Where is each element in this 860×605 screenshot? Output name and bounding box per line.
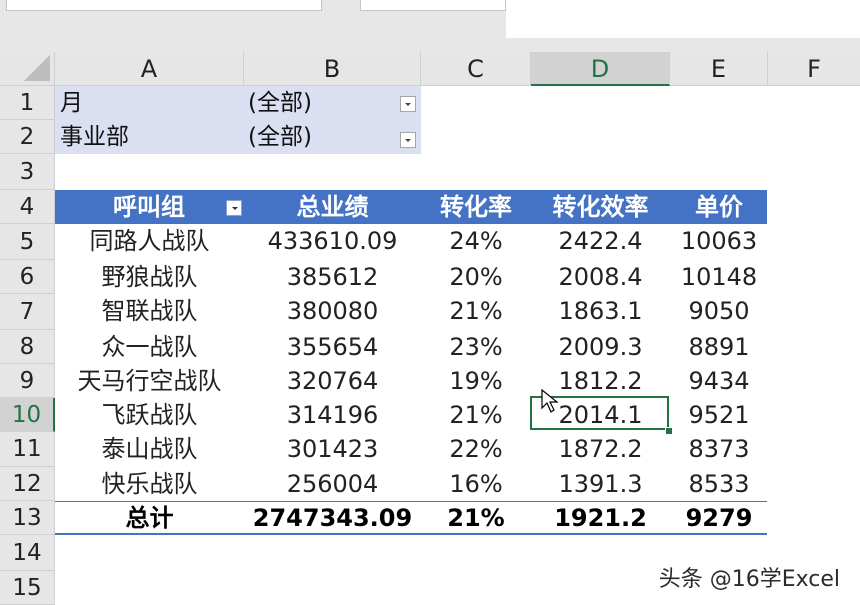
cell-conversion-rate[interactable]: 22% xyxy=(421,432,531,467)
row-header-14[interactable]: 14 xyxy=(0,535,55,571)
row-header-3[interactable]: 3 xyxy=(0,154,55,190)
column-header-b[interactable]: B xyxy=(244,52,421,86)
total-performance[interactable]: 2747343.09 xyxy=(244,501,421,536)
cell-unit-price[interactable]: 8891 xyxy=(670,330,768,365)
formula-buttons[interactable] xyxy=(360,0,506,11)
cell-conversion-rate[interactable]: 23% xyxy=(421,330,531,365)
row-header-7[interactable]: 7 xyxy=(0,294,55,330)
cell-unit-price[interactable]: 9050 xyxy=(670,294,768,329)
cell-conversion-rate[interactable]: 16% xyxy=(421,467,531,502)
filter-value-division: (全部) xyxy=(248,124,312,150)
cell-performance[interactable]: 355654 xyxy=(244,330,421,365)
name-box[interactable] xyxy=(6,0,322,11)
move-cursor-icon xyxy=(541,388,559,413)
formula-input[interactable] xyxy=(506,0,860,38)
total-conversion-rate[interactable]: 21% xyxy=(421,501,531,536)
cell-group[interactable]: 众一战队 xyxy=(55,330,244,365)
column-header-c[interactable]: C xyxy=(421,52,531,86)
select-all-triangle-icon xyxy=(24,55,50,81)
column-header-d[interactable]: D xyxy=(531,52,670,86)
cell-conversion-efficiency[interactable]: 1863.1 xyxy=(531,294,670,329)
header-performance: 总业绩 xyxy=(296,193,369,221)
division-filter-dropdown-icon[interactable] xyxy=(400,132,416,148)
fill-handle[interactable] xyxy=(665,427,673,435)
cell-unit-price[interactable]: 9521 xyxy=(670,398,768,433)
cell-performance[interactable]: 433610.09 xyxy=(244,224,421,259)
month-filter-dropdown-icon[interactable] xyxy=(400,96,416,112)
row-header-10[interactable]: 10 xyxy=(0,398,55,432)
header-conversion-rate: 转化率 xyxy=(440,193,512,221)
cell-unit-price[interactable]: 8533 xyxy=(670,467,768,502)
cell-conversion-rate[interactable]: 21% xyxy=(421,398,531,433)
cell-unit-price[interactable]: 10063 xyxy=(670,224,768,259)
cell-conversion-rate[interactable]: 21% xyxy=(421,294,531,329)
row-header-15[interactable]: 15 xyxy=(0,571,55,605)
total-conversion-efficiency[interactable]: 1921.2 xyxy=(531,501,670,536)
cell-unit-price[interactable]: 8373 xyxy=(670,432,768,467)
cell-group[interactable]: 同路人战队 xyxy=(55,224,244,259)
cell-performance[interactable]: 301423 xyxy=(244,432,421,467)
cell-performance[interactable]: 320764 xyxy=(244,364,421,399)
cell-group[interactable]: 飞跃战队 xyxy=(55,398,244,433)
total-bottom-border xyxy=(55,533,767,535)
filter-value-month: (全部) xyxy=(248,90,312,116)
row-header-6[interactable]: 6 xyxy=(0,260,55,294)
cell-conversion-efficiency[interactable]: 1872.2 xyxy=(531,432,670,467)
cell-performance[interactable]: 314196 xyxy=(244,398,421,433)
header-conversion-efficiency: 转化效率 xyxy=(552,193,649,221)
total-top-border xyxy=(55,501,767,502)
cell-group[interactable]: 泰山战队 xyxy=(55,432,244,467)
cell-conversion-efficiency[interactable]: 2008.4 xyxy=(531,260,670,295)
cell-conversion-rate[interactable]: 20% xyxy=(421,260,531,295)
row-header-8[interactable]: 8 xyxy=(0,330,55,364)
cell-group[interactable]: 野狼战队 xyxy=(55,260,244,295)
total-group[interactable]: 总计 xyxy=(55,501,244,536)
cell-performance[interactable]: 256004 xyxy=(244,467,421,502)
column-header-e[interactable]: E xyxy=(670,52,768,86)
cell-conversion-efficiency[interactable]: 2009.3 xyxy=(531,330,670,365)
cell-conversion-efficiency[interactable]: 2422.4 xyxy=(531,224,670,259)
cell-group[interactable]: 天马行空战队 xyxy=(55,364,244,399)
cell-conversion-rate[interactable]: 24% xyxy=(421,224,531,259)
group-filter-icon[interactable] xyxy=(226,200,242,216)
filter-label-month: 月 xyxy=(60,90,83,116)
cell-conversion-rate[interactable]: 19% xyxy=(421,364,531,399)
row-header-1[interactable]: 1 xyxy=(0,86,55,120)
cell-performance[interactable]: 385612 xyxy=(244,260,421,295)
column-header-a[interactable]: A xyxy=(55,52,244,86)
row-header-2[interactable]: 2 xyxy=(0,120,55,154)
row-header-11[interactable]: 11 xyxy=(0,432,55,467)
row-header-5[interactable]: 5 xyxy=(0,224,55,260)
cell-group[interactable]: 快乐战队 xyxy=(55,467,244,502)
row-header-9[interactable]: 9 xyxy=(0,364,55,398)
header-group[interactable]: 呼叫组 xyxy=(86,190,212,224)
total-unit-price[interactable]: 9279 xyxy=(670,501,768,536)
row-header-13[interactable]: 13 xyxy=(0,501,55,535)
cell-performance[interactable]: 380080 xyxy=(244,294,421,329)
row-header-4[interactable]: 4 xyxy=(0,190,55,224)
watermark: 头条 @16学Excel xyxy=(658,567,840,592)
column-header-f[interactable]: F xyxy=(768,52,860,86)
cell-group[interactable]: 智联战队 xyxy=(55,294,244,329)
cell-conversion-efficiency[interactable]: 1391.3 xyxy=(531,467,670,502)
row-header-12[interactable]: 12 xyxy=(0,467,55,501)
select-all-button[interactable] xyxy=(0,52,55,86)
cell-unit-price[interactable]: 9434 xyxy=(670,364,768,399)
header-unit-price: 单价 xyxy=(695,193,743,221)
cell-unit-price[interactable]: 10148 xyxy=(670,260,768,295)
filter-label-division: 事业部 xyxy=(60,124,129,150)
